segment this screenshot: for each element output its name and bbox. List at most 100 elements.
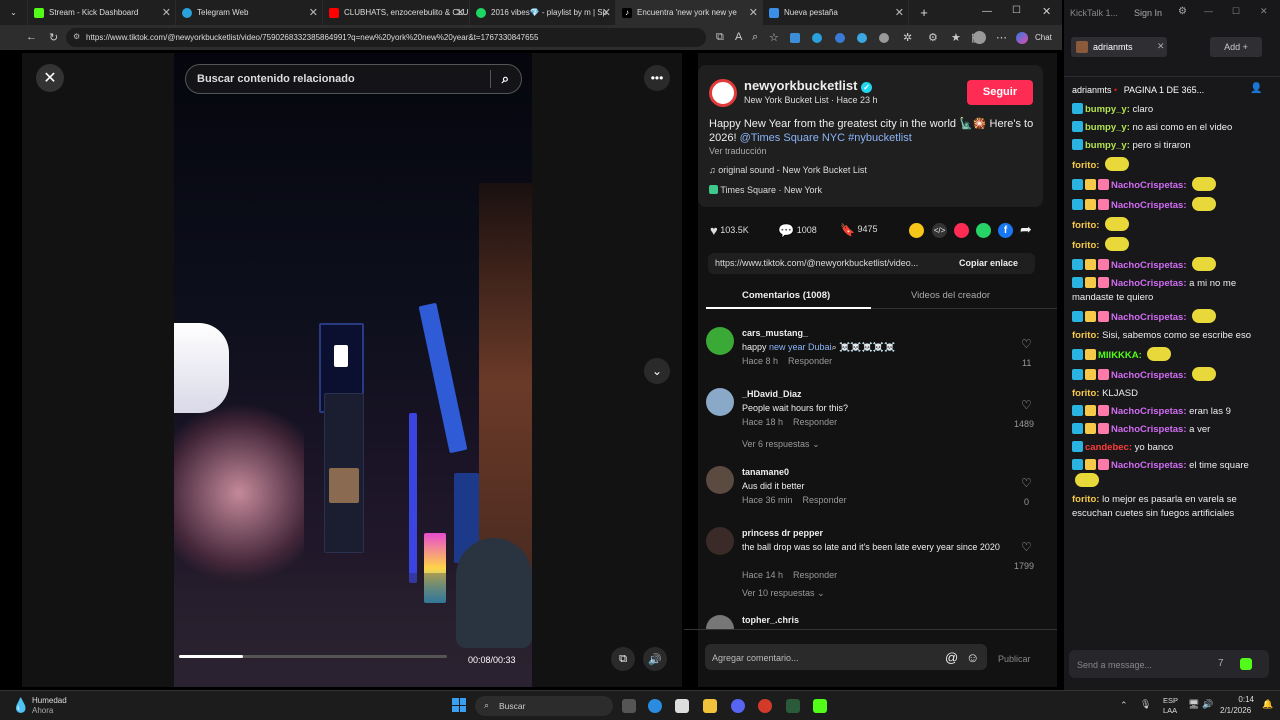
extension-icon[interactable]	[857, 33, 867, 43]
comment-username[interactable]: _HDavid_Diaz	[742, 389, 802, 399]
publish-button[interactable]: Publicar	[998, 654, 1031, 664]
embed-icon[interactable]: </>	[932, 223, 947, 238]
app-icon[interactable]	[786, 699, 800, 713]
close-window-icon[interactable]: ✕	[1042, 5, 1051, 18]
post-link[interactable]: https://www.tiktok.com/@newyorkbucketlis…	[715, 258, 947, 268]
heart-icon[interactable]: ♡	[1021, 540, 1032, 554]
more-menu-icon[interactable]: ⋯	[996, 31, 1007, 44]
avatar[interactable]	[706, 615, 734, 629]
minimize-icon[interactable]: —	[1204, 6, 1213, 16]
like-button[interactable]: ♥ 103.5K	[710, 223, 749, 238]
chat-username[interactable]: NachoCrispetas:	[1111, 278, 1187, 289]
chat-username[interactable]: NachoCrispetas:	[1111, 424, 1187, 435]
coin-icon[interactable]	[909, 223, 924, 238]
share-icon[interactable]: ➦	[1020, 221, 1032, 238]
extension-icon[interactable]	[790, 33, 800, 43]
windows-start-icon[interactable]	[452, 698, 466, 712]
reload-icon[interactable]: ↻	[49, 31, 58, 44]
heart-icon[interactable]: ♡	[1021, 476, 1032, 490]
comment-username[interactable]: princess dr pepper	[742, 528, 823, 538]
mention-link[interactable]: @Times Square NYC	[740, 132, 846, 144]
chat-username[interactable]: forito:	[1072, 330, 1099, 341]
discord-icon[interactable]	[731, 699, 745, 713]
task-view-icon[interactable]	[622, 699, 636, 713]
tab-telegram[interactable]: Telegram Web ✕	[176, 0, 323, 25]
tab-spotify[interactable]: 2016 vibes💎 - playlist by m | Sp ✕	[470, 0, 616, 25]
site-info-icon[interactable]: ⚙	[73, 32, 80, 41]
whatsapp-icon[interactable]	[976, 223, 991, 238]
chat-username[interactable]: NachoCrispetas:	[1111, 200, 1187, 211]
extensions-puzzle-icon[interactable]: ✲	[903, 31, 912, 44]
chat-username[interactable]: bumpy_y:	[1085, 122, 1130, 133]
close-icon[interactable]: ✕	[895, 6, 904, 19]
chat-username[interactable]: forito:	[1072, 160, 1099, 171]
follow-button[interactable]: Seguir	[967, 80, 1033, 105]
translate-link[interactable]: Ver traducción	[709, 146, 767, 156]
network-icon[interactable]: 🖥	[1188, 699, 1199, 710]
hashtag-link[interactable]: #nybucketlist	[848, 132, 912, 144]
extension-icon[interactable]	[879, 33, 889, 43]
comment-search-link[interactable]: new year Dubai	[769, 342, 832, 352]
chat-username[interactable]: bumpy_y:	[1085, 104, 1130, 115]
avatar[interactable]	[706, 466, 734, 494]
chat-username[interactable]: forito:	[1072, 494, 1099, 505]
chat-username[interactable]: NachoCrispetas:	[1111, 406, 1187, 417]
tab-tiktok[interactable]: ♪ Encuentra 'new york new ye ✕	[616, 0, 763, 25]
avatar[interactable]	[706, 388, 734, 416]
copilot-icon[interactable]	[1016, 32, 1028, 44]
save-button[interactable]: 🔖 9475	[840, 223, 878, 237]
chat-username[interactable]: forito:	[1072, 220, 1099, 231]
more-options-icon[interactable]: •••	[644, 65, 670, 91]
comment-button[interactable]: 💬 1008	[778, 223, 817, 239]
tab-list-button[interactable]: ⌄	[0, 0, 28, 25]
kick-emote-icon[interactable]	[1240, 658, 1252, 670]
tab-comments[interactable]: Comentarios (1008)	[742, 290, 830, 301]
heart-icon[interactable]: ♡	[1021, 337, 1032, 351]
kicktalk-icon[interactable]	[813, 699, 827, 713]
emoji-icon[interactable]: ☺	[966, 650, 979, 665]
reply-button[interactable]: Responder	[803, 495, 847, 505]
back-icon[interactable]: ←	[26, 31, 37, 43]
avatar[interactable]	[709, 79, 737, 107]
search-icon[interactable]: ⌕	[502, 71, 509, 87]
chat-username[interactable]: candebec:	[1085, 442, 1132, 453]
tab-youtube[interactable]: CLUBHATS, enzocerebulito & CLU ✕	[323, 0, 470, 25]
store-icon[interactable]	[675, 699, 689, 713]
settings-icon[interactable]: ⚙	[928, 31, 938, 44]
chat-username[interactable]: NachoCrispetas:	[1111, 312, 1187, 323]
view-replies-button[interactable]: Ver 10 respuestas ⌄	[742, 588, 825, 599]
close-icon[interactable]: ✕	[749, 6, 758, 19]
chrome-icon[interactable]	[758, 699, 772, 713]
volume-icon[interactable]: 🔊	[643, 647, 667, 671]
reply-button[interactable]: Responder	[793, 417, 837, 427]
chevron-down-icon[interactable]: ⌄	[644, 358, 670, 384]
minimize-icon[interactable]: —	[982, 6, 992, 17]
extension-icon[interactable]	[812, 33, 822, 43]
zoom-icon[interactable]: ⌕	[752, 31, 758, 44]
send-icon[interactable]	[954, 223, 969, 238]
heart-icon[interactable]: ♡	[1021, 398, 1032, 412]
new-tab-button[interactable]: +	[909, 0, 939, 25]
install-app-icon[interactable]: ⧉	[716, 31, 724, 44]
chat-username[interactable]: NachoCrispetas:	[1111, 460, 1187, 471]
chat-username[interactable]: forito:	[1072, 388, 1099, 399]
close-icon[interactable]: ✕	[602, 6, 611, 19]
language-code[interactable]: ESP	[1163, 696, 1178, 705]
location-row[interactable]: Times Square · New York	[709, 185, 822, 195]
tab-creator-videos[interactable]: Videos del creador	[911, 290, 990, 301]
weather-icon[interactable]: 💧	[12, 697, 29, 714]
url-field[interactable]: https://www.tiktok.com/@newyorkbucketlis…	[66, 28, 706, 47]
volume-icon[interactable]: 🔊	[1202, 699, 1213, 710]
maximize-icon[interactable]: ☐	[1012, 5, 1021, 16]
reply-button[interactable]: Responder	[788, 356, 832, 366]
chevron-up-icon[interactable]: ⌃	[1120, 700, 1128, 711]
close-icon[interactable]: ✕	[309, 6, 318, 19]
tab-new-tab[interactable]: Nueva pestaña ✕	[763, 0, 909, 25]
chat-username[interactable]: bumpy_y:	[1085, 140, 1130, 151]
sign-in-button[interactable]: Sign In	[1134, 8, 1162, 18]
7tv-icon[interactable]: 7	[1218, 658, 1224, 669]
sound-row[interactable]: ♫ original sound - New York Bucket List	[709, 165, 867, 175]
avatar[interactable]	[706, 527, 734, 555]
post-username[interactable]: newyorkbucketlist ✓	[744, 78, 873, 93]
clock-time[interactable]: 0:14	[1226, 695, 1254, 704]
